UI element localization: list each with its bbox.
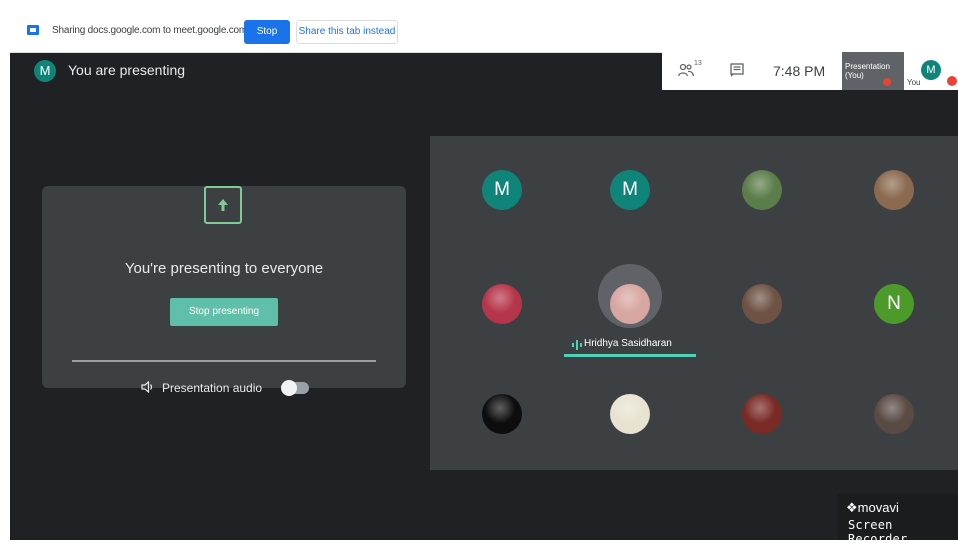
presenting-title: You're presenting to everyone (124, 260, 324, 277)
participant-photo[interactable] (874, 394, 914, 434)
movavi-watermark: ❖movavi Screen Recorder (838, 494, 958, 546)
movavi-logo: ❖movavi (846, 500, 899, 515)
alert-icon (947, 76, 957, 86)
self-label: You (907, 78, 921, 87)
avatar-letter: M (494, 179, 510, 200)
sharing-banner: Sharing docs.google.com to meet.google.c… (10, 8, 958, 53)
avatar-letter: M (622, 179, 638, 200)
participant-photo[interactable] (874, 170, 914, 210)
clock: 7:48 PM (773, 63, 826, 79)
divider (72, 360, 376, 362)
chat-icon[interactable] (730, 63, 744, 77)
participant-photo[interactable] (742, 394, 782, 434)
presenting-card: You're presenting to everyone Stop prese… (42, 186, 406, 388)
screen-share-icon (27, 25, 39, 35)
self-avatar[interactable]: M (921, 60, 941, 80)
presentation-audio-label: Presentation audio (162, 381, 263, 395)
participant-grid: M M N Hridhya Sasidharan (430, 136, 958, 470)
presentation-thumbnail[interactable]: Presentation (You) (842, 52, 904, 90)
meeting-toolbar: 13 7:48 PM Presentation (You) You M (662, 52, 958, 90)
present-screen-icon (204, 186, 242, 224)
active-speaker-label: Hridhya Sasidharan (564, 332, 696, 358)
participant-avatar-m[interactable]: M (610, 170, 650, 210)
sharing-text: Sharing docs.google.com to meet.google.c… (52, 25, 248, 36)
speaker-name: Hridhya Sasidharan (584, 338, 672, 349)
participant-photo[interactable] (482, 284, 522, 324)
participant-avatar-m[interactable]: M (482, 170, 522, 210)
bottom-strip (10, 540, 958, 546)
mic-off-icon (883, 78, 891, 86)
speaking-indicator-icon (572, 340, 582, 350)
participant-photo[interactable] (610, 394, 650, 434)
participant-count: 13 (694, 60, 702, 67)
presenter-avatar: M (34, 60, 56, 82)
participant-photo[interactable] (742, 170, 782, 210)
stop-presenting-button[interactable]: Stop presenting (170, 298, 278, 326)
participant-photo[interactable] (610, 284, 650, 324)
toggle-knob (281, 380, 297, 396)
participant-photo[interactable] (742, 284, 782, 324)
presentation-thumb-label: Presentation (You) (845, 62, 890, 80)
avatar-letter: N (887, 293, 901, 314)
speaker-icon (141, 381, 153, 393)
share-this-tab-button[interactable]: Share this tab instead (296, 20, 398, 44)
participant-avatar-n[interactable]: N (874, 284, 914, 324)
stop-sharing-button[interactable]: Stop (244, 20, 290, 44)
speaker-underline (564, 354, 696, 357)
people-icon[interactable] (678, 63, 694, 77)
presenting-status: You are presenting (68, 62, 186, 78)
presentation-audio-toggle[interactable] (281, 380, 309, 396)
participant-photo[interactable] (482, 394, 522, 434)
